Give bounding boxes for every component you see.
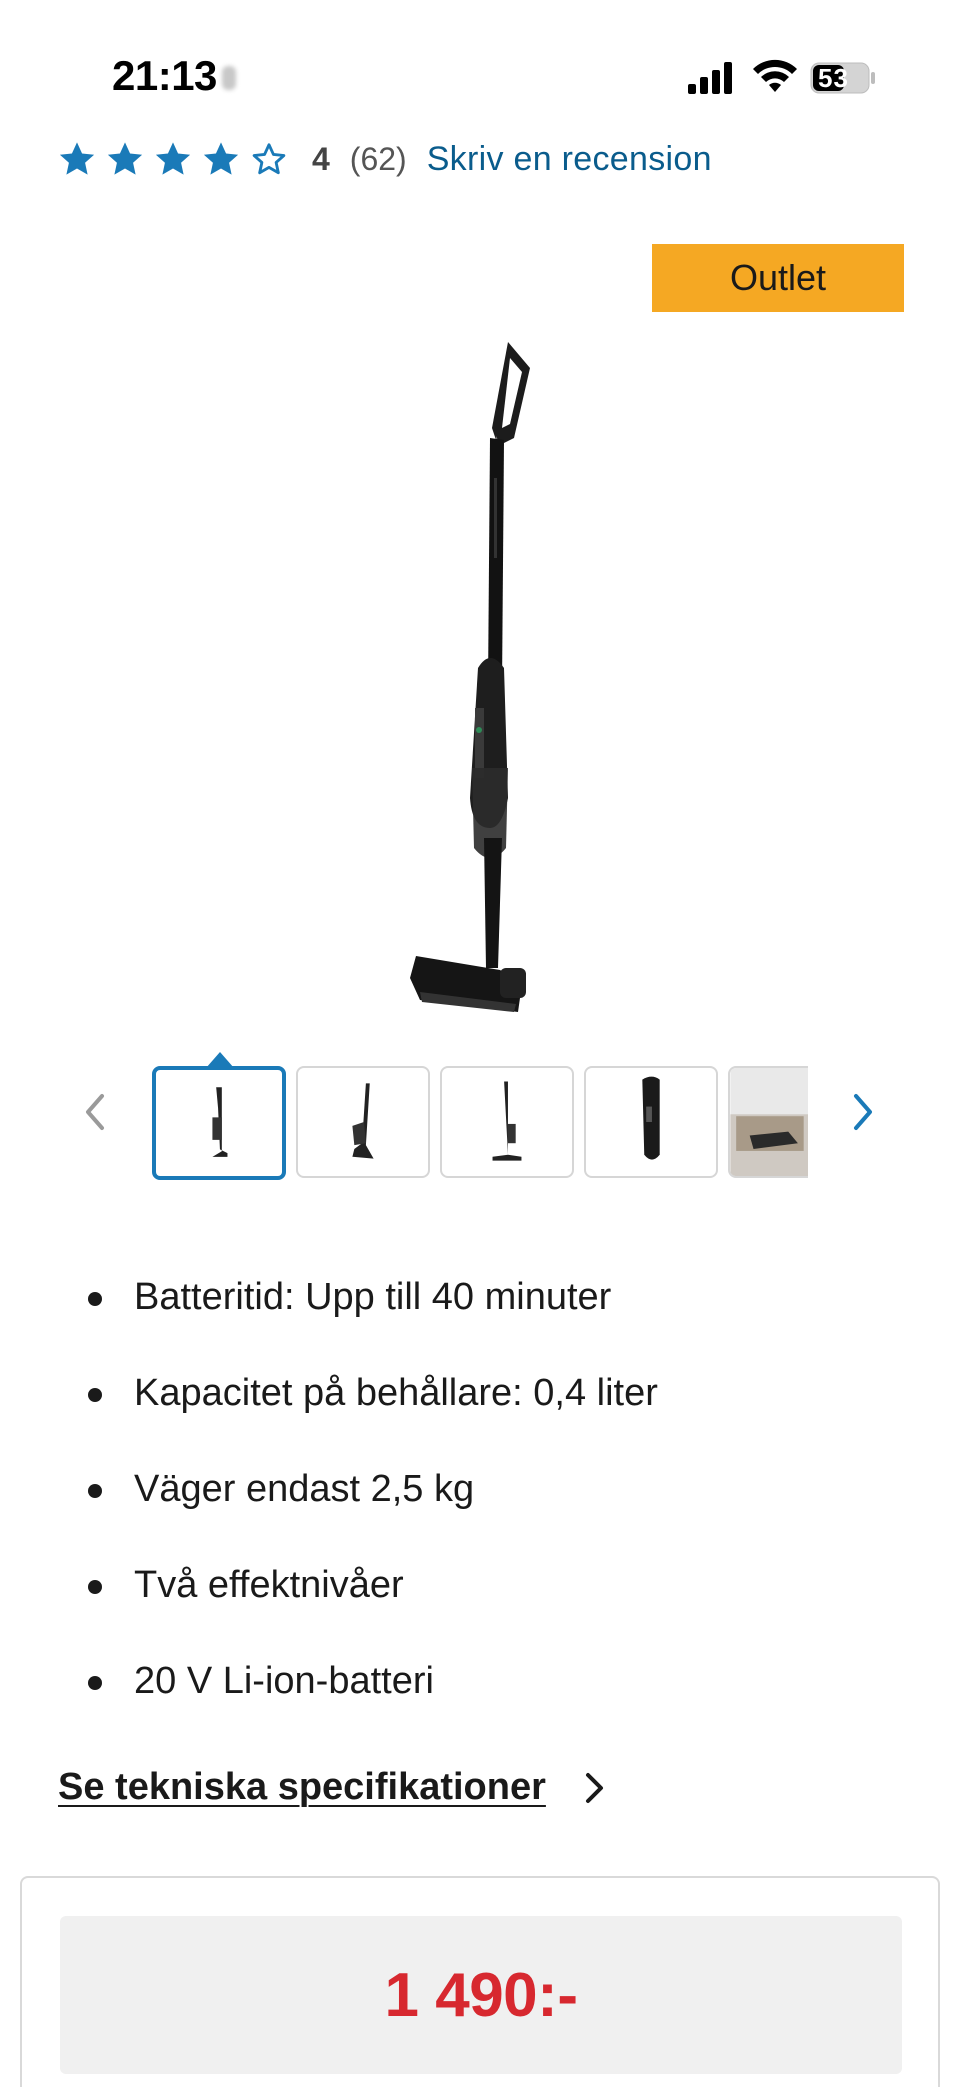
bullet-icon xyxy=(88,1388,102,1402)
stick-vacuum-image[interactable] xyxy=(380,328,580,1028)
price-box: 1 490:- xyxy=(60,1916,902,2074)
feature-text: Väger endast 2,5 kg xyxy=(134,1468,475,1510)
feature-text: Kapacitet på behållare: 0,4 liter xyxy=(134,1372,658,1414)
feature-text: Två effektnivåer xyxy=(134,1564,404,1606)
thumbnail-5-vacuum-in-room[interactable] xyxy=(728,1066,808,1178)
feature-text: Batteritid: Upp till 40 minuter xyxy=(134,1276,612,1318)
chevron-left-icon[interactable] xyxy=(80,1092,110,1132)
outlet-badge: Outlet xyxy=(652,244,904,312)
thumbnail-strip xyxy=(152,1064,808,1180)
status-time: 21:13 xyxy=(112,52,217,99)
status-bar: 21:13 53 xyxy=(0,0,960,150)
feature-list: Batteritid: Upp till 40 minuter Kapacite… xyxy=(88,1270,658,1750)
chevron-right-icon[interactable] xyxy=(848,1092,878,1132)
specs-link-label[interactable]: Se tekniska specifikationer xyxy=(58,1766,546,1809)
thumbnail-4-handheld-unit[interactable] xyxy=(584,1066,718,1178)
rating-row: 4 (62) Skriv en recension xyxy=(58,136,712,182)
wifi-icon xyxy=(753,59,797,92)
star-filled-icon xyxy=(107,142,143,175)
location-arrow-icon xyxy=(222,66,236,90)
bullet-icon xyxy=(88,1484,102,1498)
thumbnail-1-vacuum-front[interactable] xyxy=(152,1066,286,1180)
star-outline-icon xyxy=(252,143,286,175)
star-filled-icon xyxy=(203,142,239,175)
feature-item: Batteritid: Upp till 40 minuter xyxy=(88,1270,658,1366)
battery-level: 53 xyxy=(818,63,849,93)
bullet-icon xyxy=(88,1292,102,1306)
thumbnail-2-vacuum-angled[interactable] xyxy=(296,1066,430,1178)
star-filled-icon xyxy=(59,142,95,175)
rating-value: 4 xyxy=(312,140,330,177)
feature-text: 20 V Li-ion-batteri xyxy=(134,1660,434,1702)
feature-item: Två effektnivåer xyxy=(88,1558,658,1654)
bullet-icon xyxy=(88,1580,102,1594)
chevron-right-icon[interactable] xyxy=(584,1772,606,1804)
thumbnail-3-vacuum-side[interactable] xyxy=(440,1066,574,1178)
bullet-icon xyxy=(88,1676,102,1690)
technical-specs-link[interactable]: Se tekniska specifikationer xyxy=(58,1766,606,1809)
feature-item: Kapacitet på behållare: 0,4 liter xyxy=(88,1366,658,1462)
feature-item: Väger endast 2,5 kg xyxy=(88,1462,658,1558)
price-card: 1 490:- xyxy=(20,1876,940,2087)
feature-item: 20 V Li-ion-batteri xyxy=(88,1654,658,1750)
review-count: (62) xyxy=(349,140,407,177)
cellular-signal-icon xyxy=(688,62,732,94)
price-value: 1 490:- xyxy=(384,1960,578,2030)
star-filled-icon xyxy=(155,142,191,175)
write-review-link[interactable]: Skriv en recension xyxy=(427,140,712,179)
